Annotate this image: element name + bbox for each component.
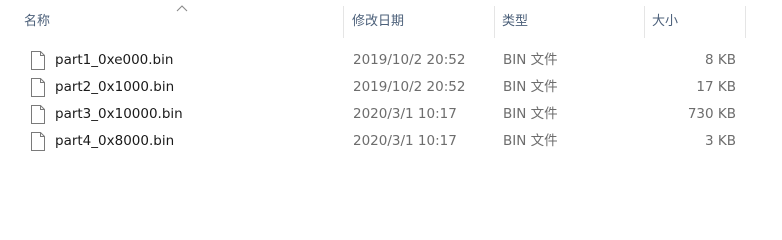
column-header-name[interactable]: 名称 xyxy=(24,0,334,44)
file-icon xyxy=(31,51,45,70)
file-row[interactable]: part1_0xe000.bin 2019/10/2 20:52 BIN 文件 … xyxy=(0,47,782,74)
column-divider[interactable] xyxy=(745,6,746,38)
file-size: 8 KB xyxy=(705,52,736,68)
file-list: part1_0xe000.bin 2019/10/2 20:52 BIN 文件 … xyxy=(0,47,782,155)
file-name: part2_0x1000.bin xyxy=(55,79,175,95)
file-date: 2020/3/1 10:17 xyxy=(353,106,457,122)
file-date: 2019/10/2 20:52 xyxy=(353,79,466,95)
file-size: 3 KB xyxy=(705,133,736,149)
file-type: BIN 文件 xyxy=(503,133,558,149)
file-type: BIN 文件 xyxy=(503,106,558,122)
file-type: BIN 文件 xyxy=(503,79,558,95)
column-divider[interactable] xyxy=(494,6,495,38)
column-header-date[interactable]: 修改日期 xyxy=(352,0,484,44)
file-icon xyxy=(31,78,45,97)
file-date: 2020/3/1 10:17 xyxy=(353,133,457,149)
file-list-pane: 名称 修改日期 类型 大小 part1_0xe000.bin 2019/10/2… xyxy=(0,0,782,220)
file-row[interactable]: part4_0x8000.bin 2020/3/1 10:17 BIN 文件 3… xyxy=(0,128,782,155)
column-header-type[interactable]: 类型 xyxy=(502,0,632,44)
file-size: 730 KB xyxy=(687,106,736,122)
file-row[interactable]: part3_0x10000.bin 2020/3/1 10:17 BIN 文件 … xyxy=(0,101,782,128)
file-name: part3_0x10000.bin xyxy=(55,106,183,122)
column-divider[interactable] xyxy=(644,6,645,38)
file-icon xyxy=(31,105,45,124)
column-divider[interactable] xyxy=(343,6,344,38)
file-date: 2019/10/2 20:52 xyxy=(353,52,466,68)
file-name: part1_0xe000.bin xyxy=(55,52,174,68)
file-name: part4_0x8000.bin xyxy=(55,133,175,149)
column-header-row: 名称 修改日期 类型 大小 xyxy=(0,0,782,44)
file-size: 17 KB xyxy=(696,79,736,95)
file-row[interactable]: part2_0x1000.bin 2019/10/2 20:52 BIN 文件 … xyxy=(0,74,782,101)
file-icon xyxy=(31,132,45,151)
file-type: BIN 文件 xyxy=(503,52,558,68)
column-header-size[interactable]: 大小 xyxy=(652,0,742,44)
